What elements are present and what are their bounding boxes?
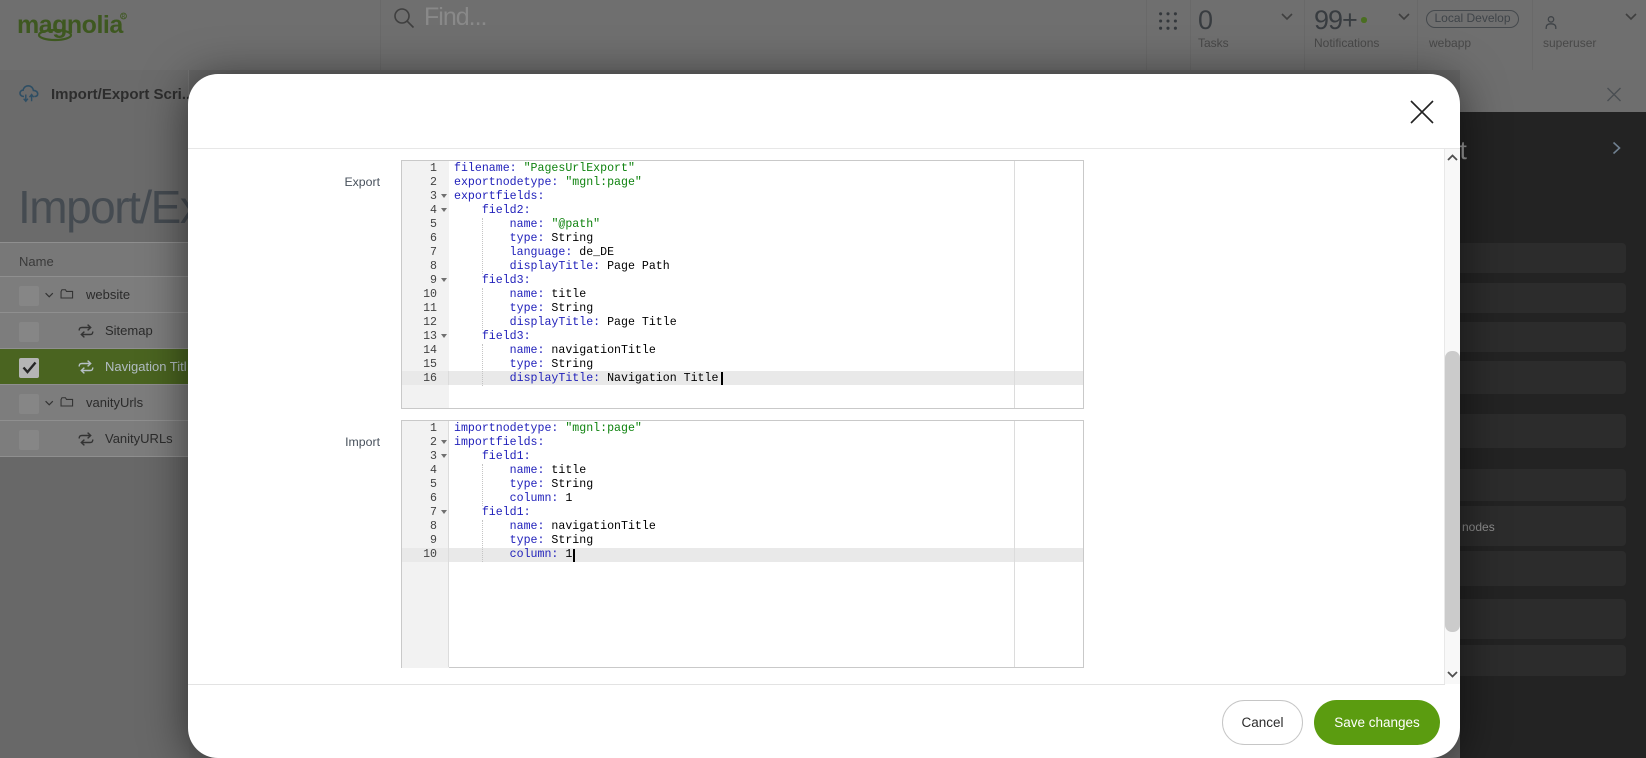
svg-text:R: R xyxy=(122,14,126,20)
